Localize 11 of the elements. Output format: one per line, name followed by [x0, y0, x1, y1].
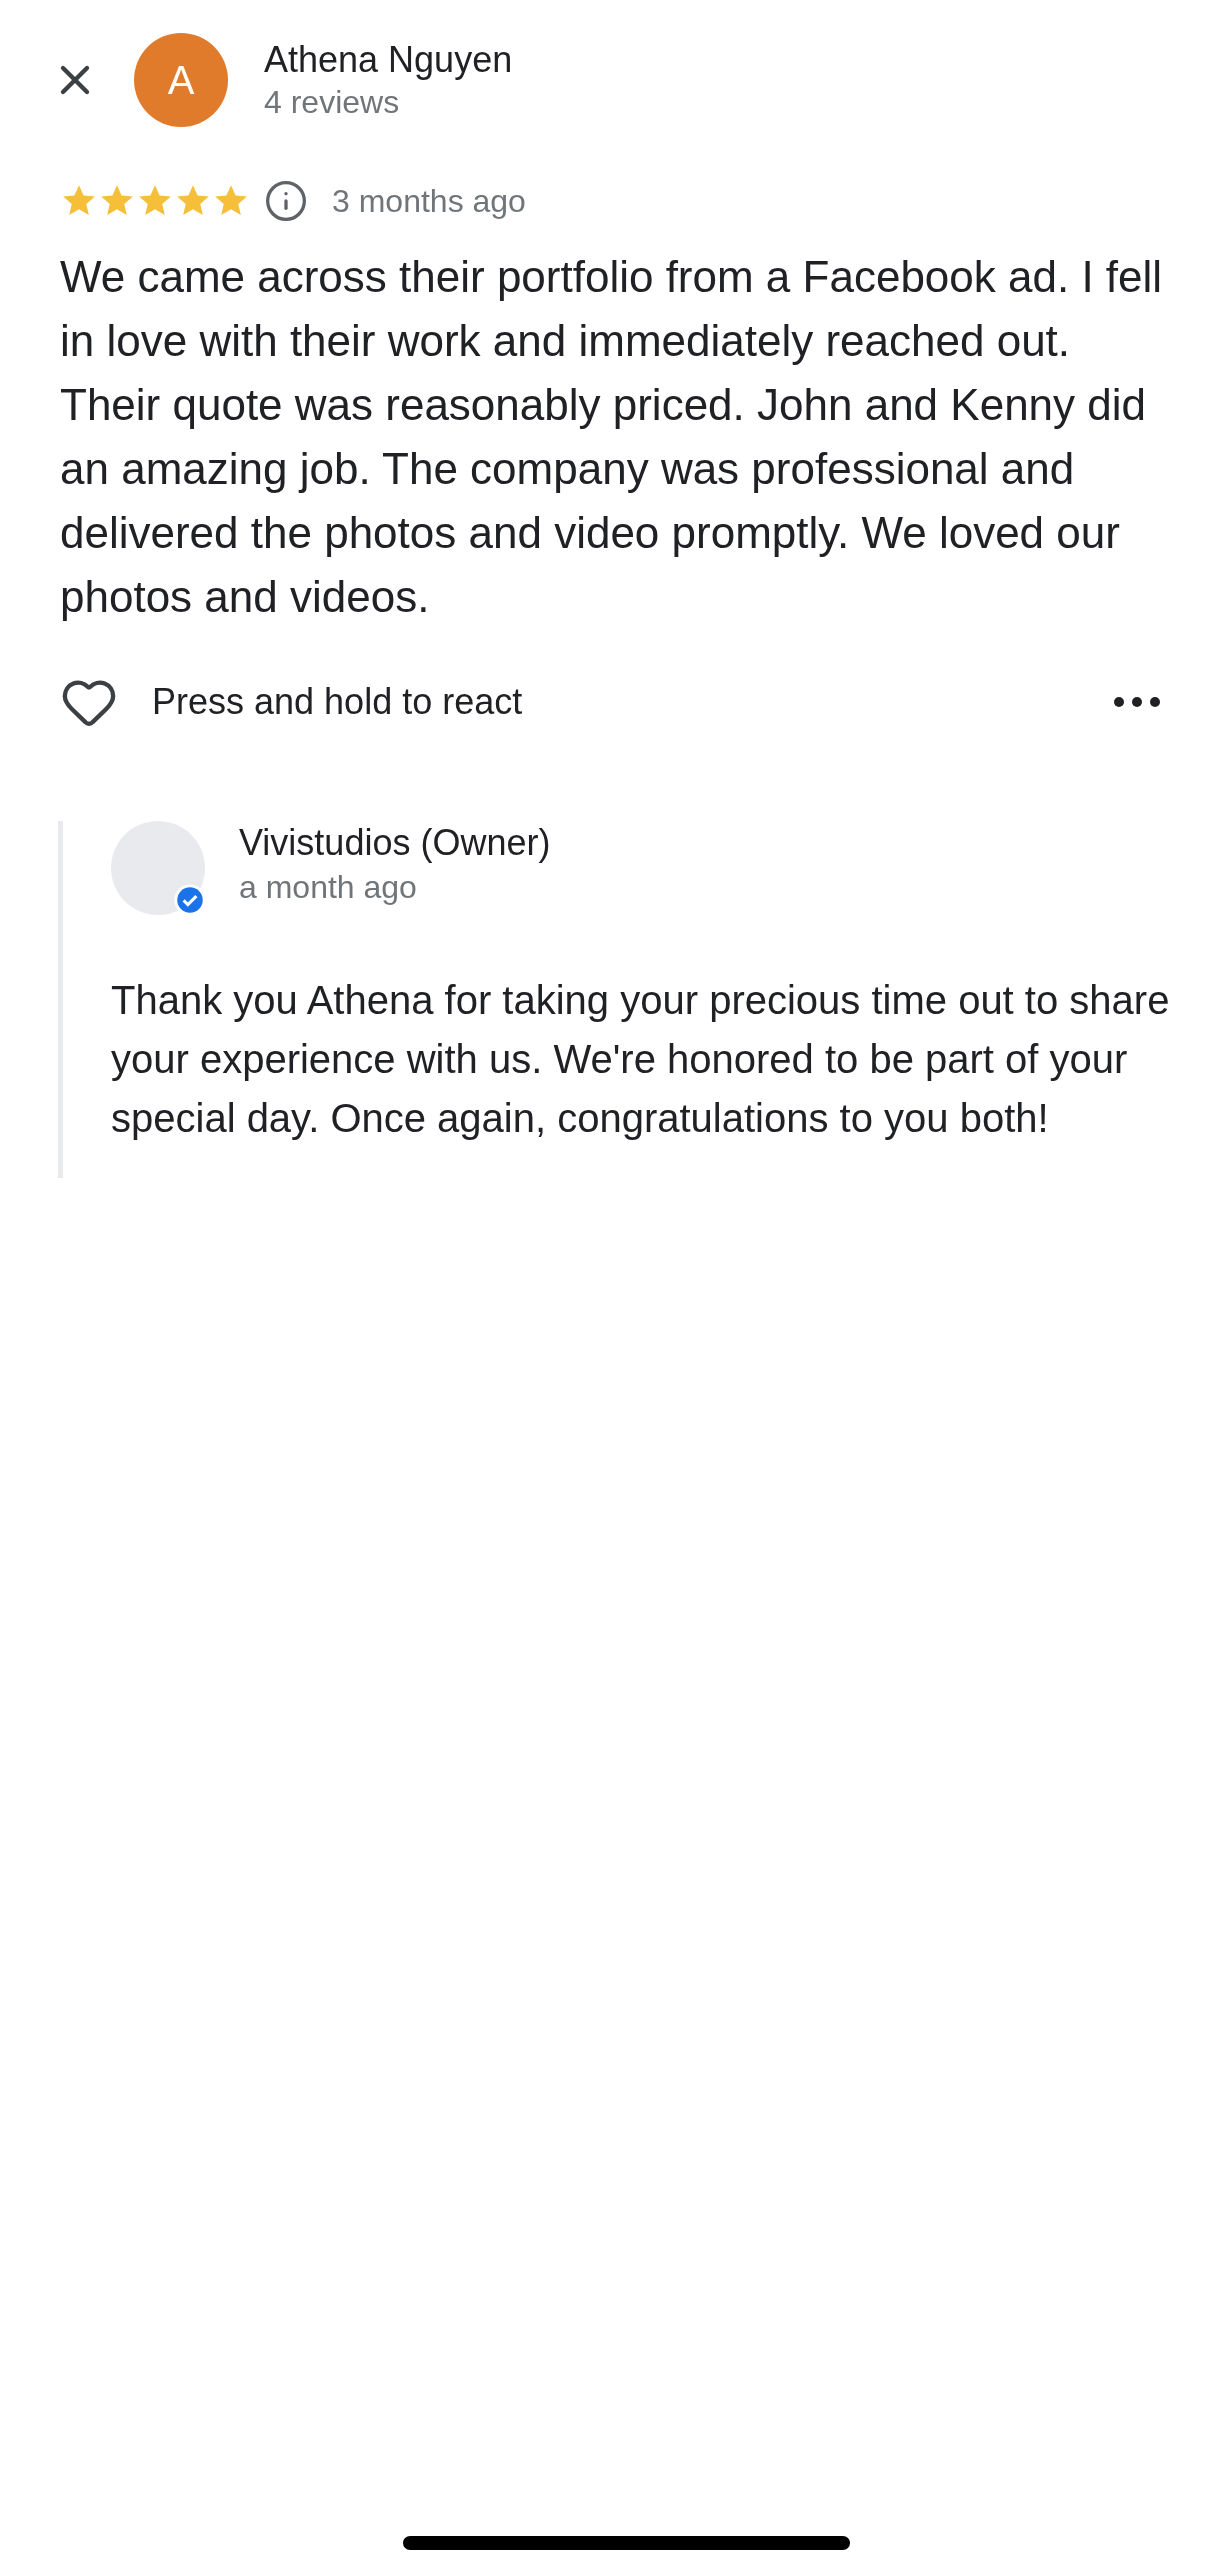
react-button[interactable]: Press and hold to react: [60, 673, 523, 731]
info-icon[interactable]: [264, 179, 308, 223]
review-count: 4 reviews: [264, 83, 401, 122]
author-avatar: A: [134, 33, 228, 127]
review-text: We came across their portfolio from a Facebook ad. I fell in love with their work and immediately reached out. Their quote was reasonably priced. John and Kenny did an amazing job. The company was professional and delivered the photos and video promptly. We loved our photos and videos.: [59, 251, 1164, 623]
author-name: Athena Nguyen: [264, 38, 513, 82]
more-icon: [1114, 697, 1160, 707]
reply-time: a month ago: [239, 868, 418, 907]
review-time: 3 months ago: [332, 182, 526, 221]
owner-name: Vivistudios (Owner): [239, 821, 551, 865]
reply-text: Thank you Athena for taking your precious time out to share your experience with us. We're honored to be part of your special day. Once again, congratulations to you both!: [111, 977, 1171, 1142]
